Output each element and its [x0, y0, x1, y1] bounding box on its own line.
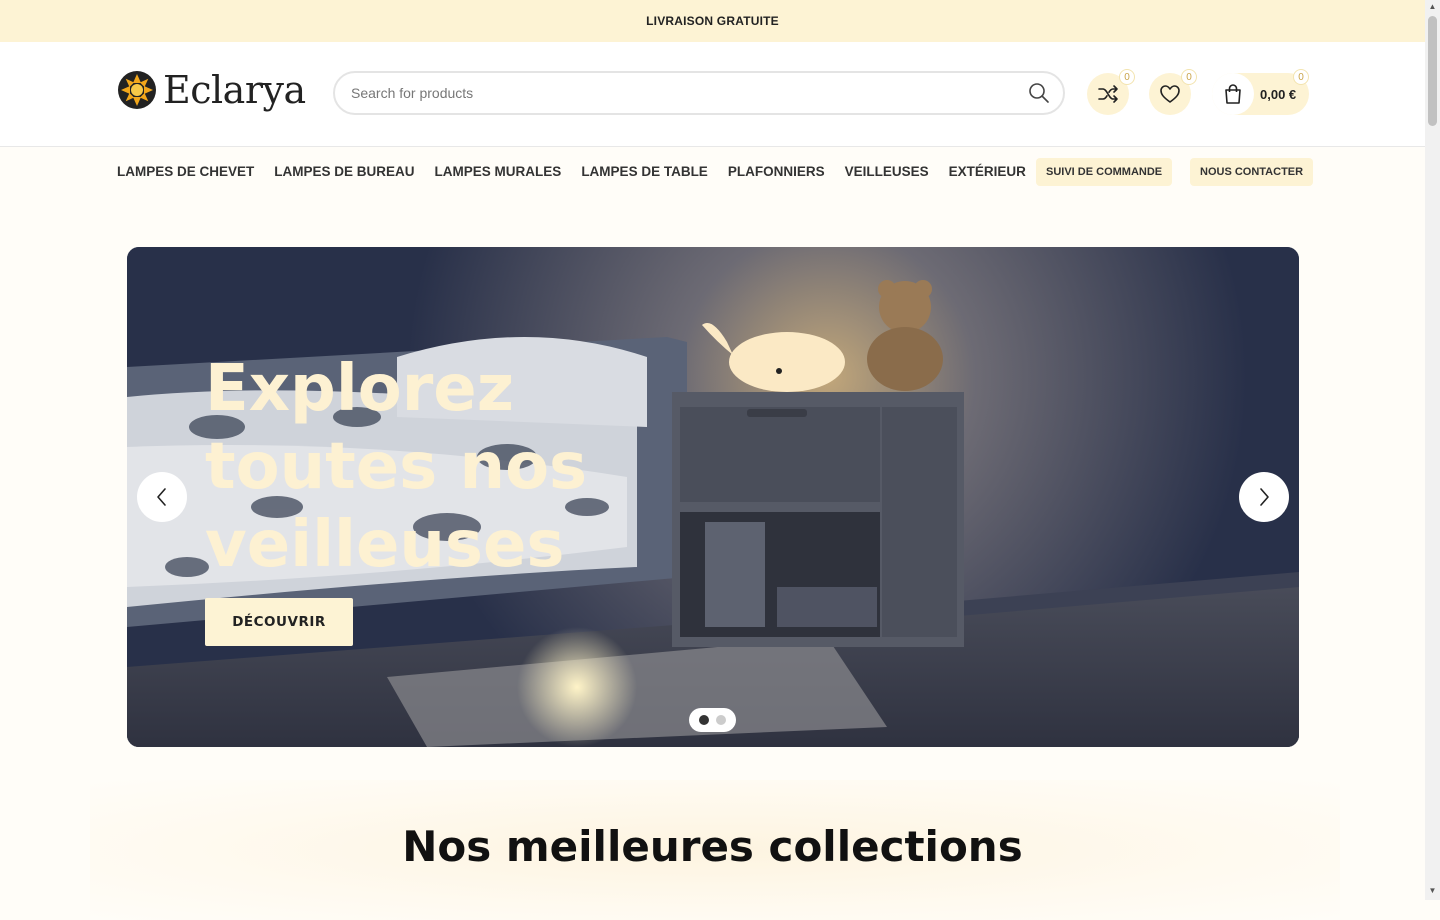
contact-button[interactable]: NOUS CONTACTER — [1190, 158, 1314, 186]
heart-icon — [1160, 85, 1180, 103]
announcement-text: LIVRAISON GRATUITE — [646, 14, 779, 28]
chevron-right-icon — [1260, 488, 1269, 506]
nav-item-exterieur[interactable]: EXTÉRIEUR — [949, 164, 1026, 179]
nav-item-lampes-de-bureau[interactable]: LAMPES DE BUREAU — [274, 164, 414, 179]
order-tracking-button[interactable]: SUIVI DE COMMANDE — [1036, 158, 1173, 186]
collections-section-title: Nos meilleures collections — [402, 822, 1023, 871]
announcement-bar: LIVRAISON GRATUITE — [0, 0, 1425, 42]
shuffle-icon — [1098, 85, 1118, 103]
search-bar — [333, 71, 1065, 115]
cart-button[interactable]: 0,00 € 0 — [1212, 69, 1309, 115]
search-icon[interactable] — [1027, 81, 1051, 105]
main-navigation: LAMPES DE CHEVET LAMPES DE BUREAU LAMPES… — [0, 147, 1425, 197]
scroll-up-arrow-icon[interactable]: ▲ — [1428, 2, 1437, 12]
hero-title: Explorez toutes nos veilleuses — [205, 352, 588, 582]
nav-item-lampes-de-chevet[interactable]: LAMPES DE CHEVET — [117, 164, 254, 179]
cart-count-badge: 0 — [1293, 69, 1309, 85]
slider-dot-2[interactable] — [716, 715, 726, 725]
wishlist-count-badge: 0 — [1181, 69, 1197, 85]
nav-item-lampes-de-table[interactable]: LAMPES DE TABLE — [581, 164, 708, 179]
scrollbar-thumb[interactable] — [1428, 16, 1437, 126]
discover-button[interactable]: DÉCOUVRIR — [205, 598, 353, 646]
cart-total: 0,00 € — [1260, 86, 1297, 102]
slider-prev-button[interactable] — [137, 472, 187, 522]
page-scrollbar[interactable]: ▲ ▼ — [1425, 0, 1440, 900]
logo-text: Eclarya — [163, 68, 306, 112]
nav-item-lampes-murales[interactable]: LAMPES MURALES — [435, 164, 562, 179]
slider-pagination — [689, 708, 736, 732]
compare-button[interactable]: 0 — [1087, 69, 1135, 115]
scroll-down-arrow-icon[interactable]: ▼ — [1428, 886, 1437, 896]
logo[interactable]: Eclarya — [117, 70, 306, 110]
slider-next-button[interactable] — [1239, 472, 1289, 522]
slider-dot-1[interactable] — [699, 715, 709, 725]
chevron-left-icon — [157, 488, 166, 506]
search-input[interactable] — [349, 84, 1027, 102]
nav-item-plafonniers[interactable]: PLAFONNIERS — [728, 164, 825, 179]
compare-count-badge: 0 — [1119, 69, 1135, 85]
sun-logo-icon — [118, 71, 156, 109]
nav-item-veilleuses[interactable]: VEILLEUSES — [845, 164, 929, 179]
shopping-bag-icon — [1212, 73, 1254, 115]
wishlist-button[interactable]: 0 — [1149, 69, 1197, 115]
site-header: Eclarya 0 0 0,00 € 0 — [0, 42, 1425, 147]
hero-slider: Explorez toutes nos veilleuses DÉCOUVRIR — [127, 247, 1299, 747]
